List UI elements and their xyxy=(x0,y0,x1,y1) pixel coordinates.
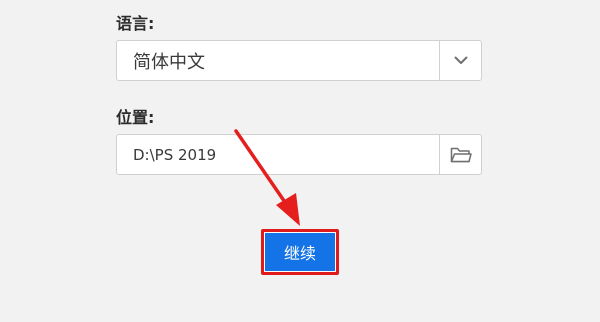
location-label: 位置: xyxy=(116,108,155,127)
location-path-value: D:\PS 2019 xyxy=(133,145,217,164)
language-dropdown-button[interactable] xyxy=(439,41,481,80)
folder-icon xyxy=(450,147,472,163)
language-select[interactable]: 简体中文 xyxy=(116,40,482,81)
location-field[interactable]: D:\PS 2019 xyxy=(116,134,482,175)
browse-folder-button[interactable] xyxy=(439,135,481,174)
continue-button[interactable]: 继续 xyxy=(261,229,339,275)
continue-button-label: 继续 xyxy=(283,244,316,263)
language-selected-value: 简体中文 xyxy=(133,51,205,73)
chevron-down-icon xyxy=(454,56,467,64)
language-label: 语言: xyxy=(116,14,155,33)
